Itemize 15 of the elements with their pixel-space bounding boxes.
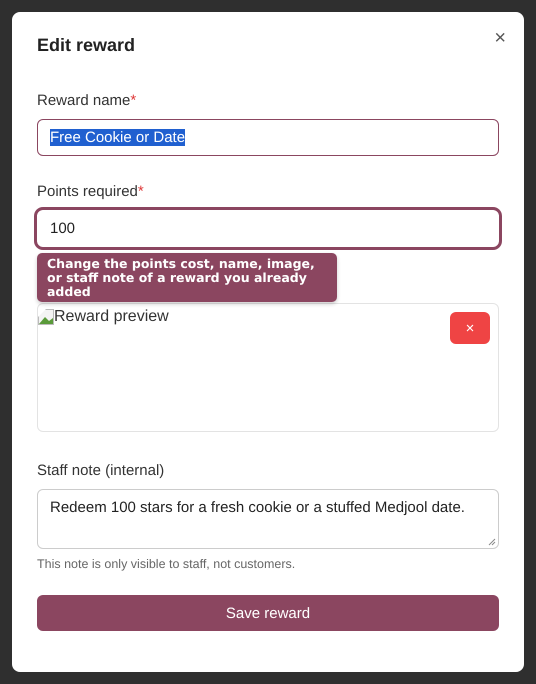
- dialog-title: Edit reward: [37, 34, 136, 57]
- textarea-field[interactable]: Redeem 100 stars for a fresh cookie or a stuffed Medjool date.: [37, 489, 499, 549]
- close-button[interactable]: ×: [494, 28, 506, 48]
- image-alt-text: Reward preview: [54, 308, 169, 326]
- input-field[interactable]: Free Cookie or Date: [37, 119, 499, 156]
- field-label: Reward name*: [37, 92, 136, 110]
- field-label: Staff note (internal): [37, 462, 164, 480]
- resize-handle-icon[interactable]: [488, 538, 496, 546]
- tooltip: Change the points cost, name, image, or staff note of a reward you already added: [37, 253, 337, 302]
- field-label: Points required*: [37, 183, 144, 201]
- helper-text: This note is only visible to staff, not customers.: [37, 557, 296, 571]
- input-field[interactable]: 100: [37, 210, 499, 247]
- save-button[interactable]: Save reward: [37, 595, 499, 631]
- broken-image-icon: [38, 309, 54, 325]
- remove-image-button[interactable]: ×: [450, 312, 490, 344]
